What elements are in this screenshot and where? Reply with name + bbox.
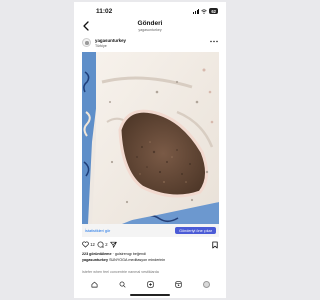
views-line: 223 görüntüleme · gulsirenqp beğendi [82,252,146,256]
tab-profile[interactable] [202,280,210,288]
signal-icon [193,9,200,14]
promote-post-button[interactable]: Gönderiyi öne çıkar [175,227,216,234]
tab-create[interactable] [146,280,154,288]
phone-screen: 11:02 62 Gönderi yagasunturkey yagasuntu… [74,2,226,298]
caption-username[interactable]: yagasunturkey [82,258,108,262]
share-action[interactable] [110,241,117,248]
like-action[interactable]: 12 [82,241,95,248]
view-insights-link[interactable]: İstatistikleri gör [85,229,110,233]
wifi-icon [201,8,208,14]
heart-icon[interactable] [82,241,89,248]
home-indicator[interactable] [130,294,170,296]
comment-preview[interactable]: Istefer when feel concentrie nanmal vest… [82,270,218,274]
status-icons: 62 [193,8,218,14]
page-subtitle: yagasunturkey [138,28,162,32]
battery-icon: 62 [209,8,218,14]
comment-icon[interactable] [97,241,104,248]
views-count[interactable]: 223 görüntüleme [82,252,112,256]
reels-icon[interactable] [174,280,182,288]
liked-by[interactable]: gulsirenqp beğendi [115,252,146,256]
comment-count: 2 [105,242,108,247]
like-count: 12 [90,242,95,247]
tab-search[interactable] [119,281,126,288]
search-icon[interactable] [119,281,126,288]
post-navbar: Gönderi yagasunturkey [74,19,226,35]
post-header: yagasunturkey Türkiye [74,37,226,51]
bookmark-icon[interactable] [212,241,218,249]
post-image[interactable] [82,52,219,224]
status-time: 11:02 [96,7,113,15]
post-username[interactable]: yagasunturkey [95,38,126,43]
tab-reels[interactable] [174,280,182,288]
profile-avatar[interactable] [202,280,210,288]
avatar[interactable] [82,38,91,47]
home-icon[interactable] [91,281,98,288]
caption: yagasunturkey SUNYOGA meditasyon minderi… [82,258,218,262]
insights-bar: İstatistikleri gör Gönderiyi öne çıkar [82,224,219,237]
post-location[interactable]: Türkiye [95,44,107,48]
caption-text: SUNYOGA meditasyon minderinin [109,258,166,262]
post-actions: 12 2 [74,240,226,250]
page-title: Gönderi [137,20,163,27]
status-bar: 11:02 62 [74,5,226,17]
bottom-tab-bar [74,277,226,291]
comment-action[interactable]: 2 [97,241,108,248]
add-post-icon[interactable] [146,280,154,288]
tab-home[interactable] [91,281,98,288]
more-horizontal-icon[interactable] [210,40,218,43]
send-icon[interactable] [110,241,117,248]
